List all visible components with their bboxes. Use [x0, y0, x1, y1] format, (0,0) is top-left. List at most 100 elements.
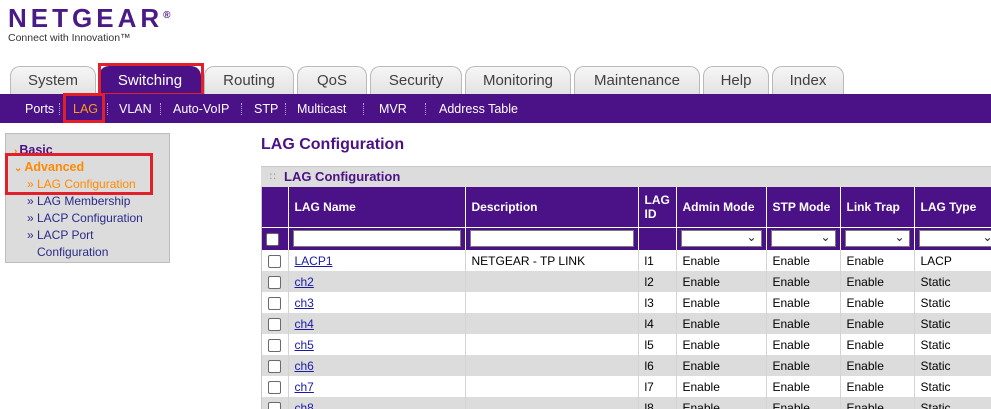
lag-id-cell: l5 [638, 334, 677, 355]
tab-security[interactable]: Security [370, 66, 462, 94]
admin-mode-select[interactable]: ⌄ [680, 230, 762, 248]
main-tabs: System Switching Routing QoS Security Mo… [10, 66, 844, 94]
admin-mode-cell: Enable [676, 376, 767, 397]
table-row[interactable]: ch8 l8 Enable Enable Enable Static [262, 397, 991, 409]
table-row[interactable]: ch2 l2 Enable Enable Enable Static [262, 271, 991, 292]
header-lag-id: LAG ID [638, 187, 677, 228]
tab-routing[interactable]: Routing [204, 66, 294, 94]
lag-name-link[interactable]: ch4 [295, 317, 314, 331]
subnav-multicast[interactable]: Multicast [297, 102, 346, 116]
menu-lacp-port-configuration[interactable]: » LACP Port [27, 227, 93, 243]
tab-index[interactable]: Index [772, 66, 844, 94]
lag-name-filter-input[interactable] [292, 230, 461, 248]
table-row[interactable]: ch7 l7 Enable Enable Enable Static [262, 376, 991, 397]
chevron-down-icon: ⌄ [820, 230, 831, 245]
link-trap-cell: Enable [840, 313, 915, 334]
link-trap-cell: Enable [840, 376, 915, 397]
menu-lag-configuration[interactable]: » LAG Configuration [27, 176, 136, 192]
table-row[interactable]: ch6 l6 Enable Enable Enable Static [262, 355, 991, 376]
lag-name-link[interactable]: ch7 [295, 380, 314, 394]
row-checkbox[interactable] [268, 296, 281, 310]
row-checkbox[interactable] [268, 338, 281, 352]
subnav-separator [160, 103, 161, 115]
subnav-mvr[interactable]: MVR [379, 102, 407, 116]
link-trap-select[interactable]: ⌄ [844, 230, 910, 248]
subnav-separator [59, 103, 60, 115]
admin-mode-cell: Enable [676, 292, 767, 313]
link-trap-cell: Enable [840, 250, 915, 271]
tab-system[interactable]: System [10, 66, 96, 94]
lag-type-select[interactable]: ⌄ [918, 230, 991, 248]
lag-name-link[interactable]: LACP1 [295, 254, 333, 268]
lag-name-link[interactable]: ch3 [295, 296, 314, 310]
row-select-cell [262, 250, 289, 271]
lag-type-cell: Static [914, 313, 991, 334]
subnav-separator [285, 103, 286, 115]
lag-type-cell: Static [914, 376, 991, 397]
stp-mode-cell: Enable [766, 355, 841, 376]
tab-qos[interactable]: QoS [297, 66, 367, 94]
lag-type-cell: Static [914, 271, 991, 292]
subnav-ports[interactable]: Ports [25, 102, 54, 116]
table-row[interactable]: ch5 l5 Enable Enable Enable Static [262, 334, 991, 355]
stp-mode-cell: Enable [766, 250, 841, 271]
table-row[interactable]: ch4 l4 Enable Enable Enable Static [262, 313, 991, 334]
filter-cell [638, 227, 677, 250]
admin-mode-cell: Enable [676, 355, 767, 376]
table-header-row: LAG Name Description LAG ID Admin Mode ST… [262, 187, 991, 228]
select-all-checkbox[interactable] [266, 232, 279, 246]
admin-mode-cell: Enable [676, 313, 767, 334]
lag-name-cell: ch5 [288, 334, 466, 355]
row-select-cell [262, 355, 289, 376]
subnav-stp[interactable]: STP [254, 102, 278, 116]
menu-lacp-port-configuration-line2[interactable]: Configuration [37, 244, 108, 260]
filter-cell [465, 227, 639, 250]
subnav-address-table[interactable]: Address Table [439, 102, 518, 116]
header-stp-mode: STP Mode [766, 187, 841, 228]
sub-navigation-bar: Ports LAG VLAN Auto-VoIP STP Multicast M… [0, 94, 991, 123]
filter-cell: ⌄ [766, 227, 841, 250]
description-cell [465, 334, 639, 355]
subnav-vlan[interactable]: VLAN [119, 102, 152, 116]
row-select-cell [262, 292, 289, 313]
row-checkbox[interactable] [268, 254, 281, 268]
lag-name-link[interactable]: ch8 [295, 401, 314, 409]
row-checkbox[interactable] [268, 317, 281, 331]
lag-name-link[interactable]: ch6 [295, 359, 314, 373]
menu-lag-membership[interactable]: » LAG Membership [27, 193, 130, 209]
chevron-down-icon: ⌄ [14, 163, 23, 174]
stp-mode-cell: Enable [766, 376, 841, 397]
subnav-auto-voip[interactable]: Auto-VoIP [173, 102, 229, 116]
lag-name-cell: LACP1 [288, 250, 466, 271]
row-checkbox[interactable] [268, 380, 281, 394]
tab-monitoring[interactable]: Monitoring [465, 66, 571, 94]
description-cell [465, 271, 639, 292]
menu-advanced[interactable]: ⌄ Advanced [14, 160, 84, 174]
stp-mode-select[interactable]: ⌄ [770, 230, 836, 248]
row-checkbox[interactable] [268, 401, 281, 409]
lag-name-link[interactable]: ch5 [295, 338, 314, 352]
select-all-cell [262, 227, 289, 250]
tab-maintenance[interactable]: Maintenance [574, 66, 700, 94]
description-filter-input[interactable] [469, 230, 634, 248]
header-lag-name: LAG Name [288, 187, 466, 228]
menu-lacp-configuration[interactable]: » LACP Configuration [27, 210, 143, 226]
panel-header: :: LAG Configuration [261, 166, 991, 187]
row-checkbox[interactable] [268, 275, 281, 289]
table-row[interactable]: LACP1 NETGEAR - TP LINK l1 Enable Enable… [262, 250, 991, 271]
link-trap-cell: Enable [840, 271, 915, 292]
table-row[interactable]: ch3 l3 Enable Enable Enable Static [262, 292, 991, 313]
subnav-lag[interactable]: LAG [73, 102, 98, 116]
lag-type-cell: LACP [914, 250, 991, 271]
menu-basic[interactable]: › Basic [14, 143, 53, 157]
tab-switching[interactable]: Switching [99, 66, 201, 94]
tab-help[interactable]: Help [703, 66, 769, 94]
header-link-trap: Link Trap [840, 187, 915, 228]
lag-name-link[interactable]: ch2 [295, 275, 314, 289]
row-checkbox[interactable] [268, 359, 281, 373]
row-select-cell [262, 271, 289, 292]
description-cell [465, 313, 639, 334]
description-cell: NETGEAR - TP LINK [465, 250, 639, 271]
lag-id-cell: l7 [638, 376, 677, 397]
row-select-cell [262, 397, 289, 409]
